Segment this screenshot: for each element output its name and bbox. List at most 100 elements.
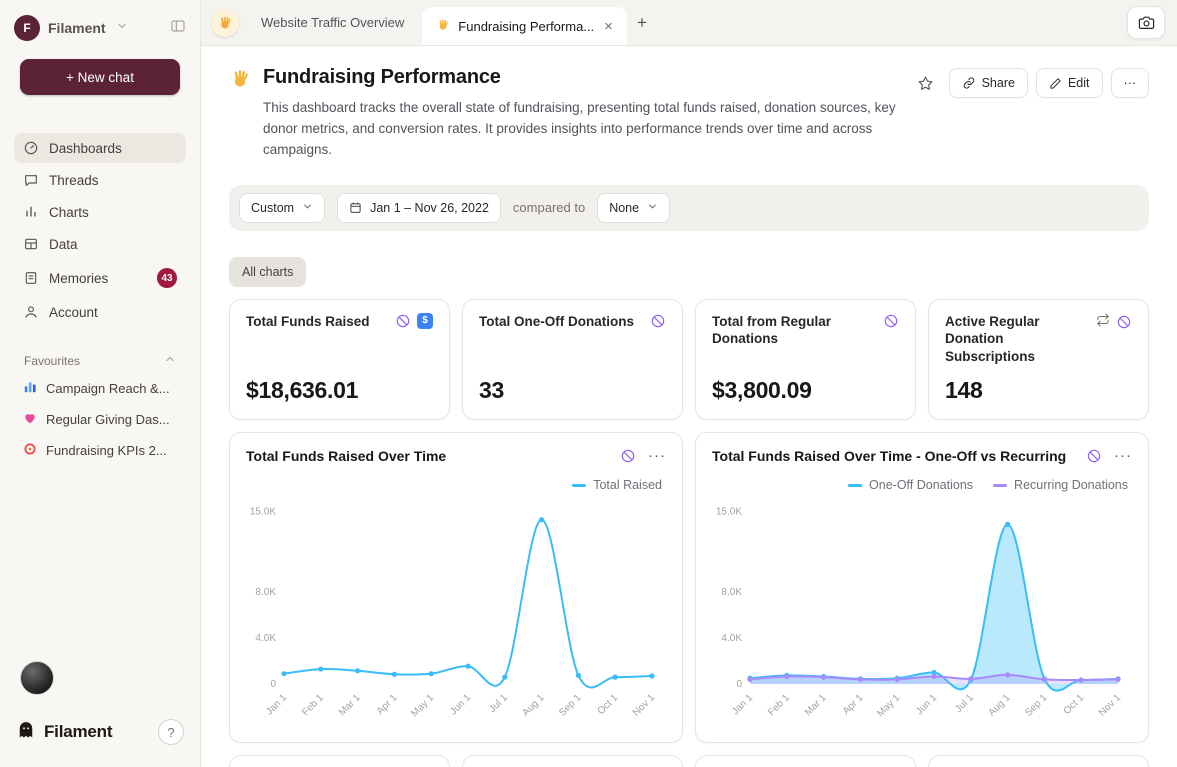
- legend-item[interactable]: One-Off Donations: [848, 478, 973, 492]
- data-point: [281, 671, 286, 676]
- help-button[interactable]: ?: [158, 719, 184, 745]
- hide-chart-icon[interactable]: [650, 313, 666, 329]
- kpi-card-avg-donation-size: Avg Donation Size (All: [928, 755, 1149, 767]
- data-point: [355, 669, 360, 674]
- hide-chart-icon[interactable]: [1116, 314, 1132, 330]
- data-point: [576, 673, 581, 678]
- sidebar-item-threads[interactable]: Threads: [14, 165, 186, 195]
- new-chat-button[interactable]: + New chat: [20, 59, 180, 95]
- legend-label: Recurring Donations: [1014, 478, 1128, 492]
- sidebar-item-label: Data: [49, 237, 78, 252]
- favourite-item-campaign-reach[interactable]: Campaign Reach &...: [14, 374, 186, 403]
- page-header: Fundraising Performance This dashboard t…: [229, 46, 1149, 161]
- user-avatar[interactable]: [20, 661, 54, 695]
- sidebar-item-memories[interactable]: Memories 43: [14, 261, 186, 295]
- kpi-card-total-funds-raised: Total Funds Raised $ $18,636.01: [229, 299, 450, 421]
- workspace-header: F Filament: [0, 0, 200, 49]
- chart-menu-button[interactable]: ···: [648, 447, 666, 464]
- favourites-label: Favourites: [24, 354, 80, 368]
- x-axis-label: Nov 1: [1097, 692, 1124, 719]
- series-line: [750, 525, 1118, 691]
- hide-chart-icon[interactable]: [1086, 448, 1102, 464]
- hide-chart-icon[interactable]: [395, 313, 411, 329]
- legend-swatch: [993, 484, 1007, 487]
- compare-select[interactable]: None: [597, 193, 670, 223]
- collapse-sidebar-icon[interactable]: [170, 18, 186, 39]
- share-button[interactable]: Share: [949, 68, 1028, 98]
- page-description: This dashboard tracks the overall state …: [263, 98, 899, 161]
- hide-chart-icon[interactable]: [883, 313, 899, 329]
- link-icon: [962, 76, 976, 90]
- workspace-avatar[interactable]: F: [14, 15, 40, 41]
- chart-menu-button[interactable]: ···: [1114, 447, 1132, 464]
- series-area: [750, 525, 1118, 691]
- ellipsis-icon: ···: [1124, 76, 1137, 90]
- kpi-value: $3,800.09: [712, 365, 899, 404]
- workspace-name[interactable]: Filament: [48, 20, 106, 36]
- favourites-header: Favourites: [24, 353, 176, 368]
- favourite-item-fundraising-kpis[interactable]: Fundraising KPIs 2...: [14, 436, 186, 465]
- sidebar-item-charts[interactable]: Charts: [14, 197, 186, 227]
- x-axis-label: Aug 1: [520, 692, 547, 719]
- data-point: [392, 672, 397, 677]
- tab-fundraising-performance[interactable]: Fundraising Performa... ×: [422, 7, 627, 45]
- kpi-title: Total Funds Raised: [246, 313, 387, 331]
- legend-item[interactable]: Recurring Donations: [993, 478, 1128, 492]
- x-axis-label: Jan 1: [730, 692, 755, 717]
- user-icon: [23, 304, 39, 320]
- y-axis-label: 15.0K: [716, 507, 742, 518]
- chart-legend: Total Raised: [246, 478, 666, 492]
- sidebar-item-label: Memories: [49, 271, 108, 286]
- sidebar-item-data[interactable]: Data: [14, 229, 186, 259]
- data-point: [613, 675, 618, 680]
- kpi-value: $18,636.01: [246, 365, 433, 404]
- legend-item[interactable]: Total Raised: [572, 478, 662, 492]
- kpi-title: Total from Regular Donations: [712, 313, 875, 348]
- date-range-type-select[interactable]: Custom: [239, 193, 325, 223]
- legend-swatch: [572, 484, 586, 487]
- data-point: [858, 677, 863, 682]
- data-point: [968, 677, 973, 682]
- footer-brand: Filament: [44, 722, 112, 742]
- hide-chart-icon[interactable]: [620, 448, 636, 464]
- x-axis-label: Feb 1: [300, 692, 326, 718]
- more-options-button[interactable]: ···: [1111, 68, 1150, 98]
- favourites-list: Campaign Reach &... Regular Giving Das..…: [0, 374, 200, 465]
- chevron-down-icon[interactable]: [116, 19, 128, 37]
- date-range-picker[interactable]: Jan 1 – Nov 26, 2022: [337, 193, 501, 223]
- sidebar-item-dashboards[interactable]: Dashboards: [14, 133, 186, 163]
- screenshot-button[interactable]: [1127, 6, 1165, 39]
- filament-home-tab[interactable]: [207, 5, 243, 41]
- kpi-grid: Total Funds Raised $ $18,636.01 Total On…: [229, 299, 1149, 421]
- tab-label: Fundraising Performa...: [458, 19, 594, 34]
- close-tab-icon[interactable]: ×: [602, 18, 615, 35]
- data-point: [318, 667, 323, 672]
- favourite-item-regular-giving[interactable]: Regular Giving Das...: [14, 405, 186, 434]
- page-title: Fundraising Performance: [263, 66, 899, 89]
- chevron-up-icon[interactable]: [164, 353, 176, 368]
- x-axis-label: Apr 1: [841, 692, 866, 717]
- data-point: [931, 674, 936, 679]
- new-tab-button[interactable]: +: [627, 8, 657, 38]
- x-axis-label: May 1: [409, 692, 436, 719]
- tab-website-traffic-overview[interactable]: Website Traffic Overview: [243, 0, 422, 46]
- data-point: [821, 675, 826, 680]
- legend-swatch: [848, 484, 862, 487]
- heart-icon: [23, 411, 37, 428]
- favourite-star-button[interactable]: [911, 68, 941, 98]
- ghost-logo-icon: [16, 720, 36, 745]
- x-axis-label: Sep 1: [557, 692, 584, 719]
- all-charts-filter-chip[interactable]: All charts: [229, 257, 306, 287]
- sidebar-item-account[interactable]: Account: [14, 297, 186, 327]
- star-icon: [917, 75, 934, 92]
- x-axis-label: Sep 1: [1023, 692, 1050, 719]
- chevron-down-icon: [647, 201, 658, 215]
- dashboard-icon: [23, 140, 39, 156]
- edit-button[interactable]: Edit: [1036, 68, 1103, 98]
- memories-icon: [23, 270, 39, 286]
- chart-title: Total Funds Raised Over Time - One-Off v…: [712, 448, 1086, 464]
- filter-bar: Custom Jan 1 – Nov 26, 2022 compared to …: [229, 185, 1149, 231]
- sidebar-item-label: Charts: [49, 205, 89, 220]
- area-chart: 04.0K8.0K15.0KJan 1Feb 1Mar 1Apr 1May 1J…: [712, 494, 1132, 732]
- y-axis-label: 4.0K: [721, 633, 742, 644]
